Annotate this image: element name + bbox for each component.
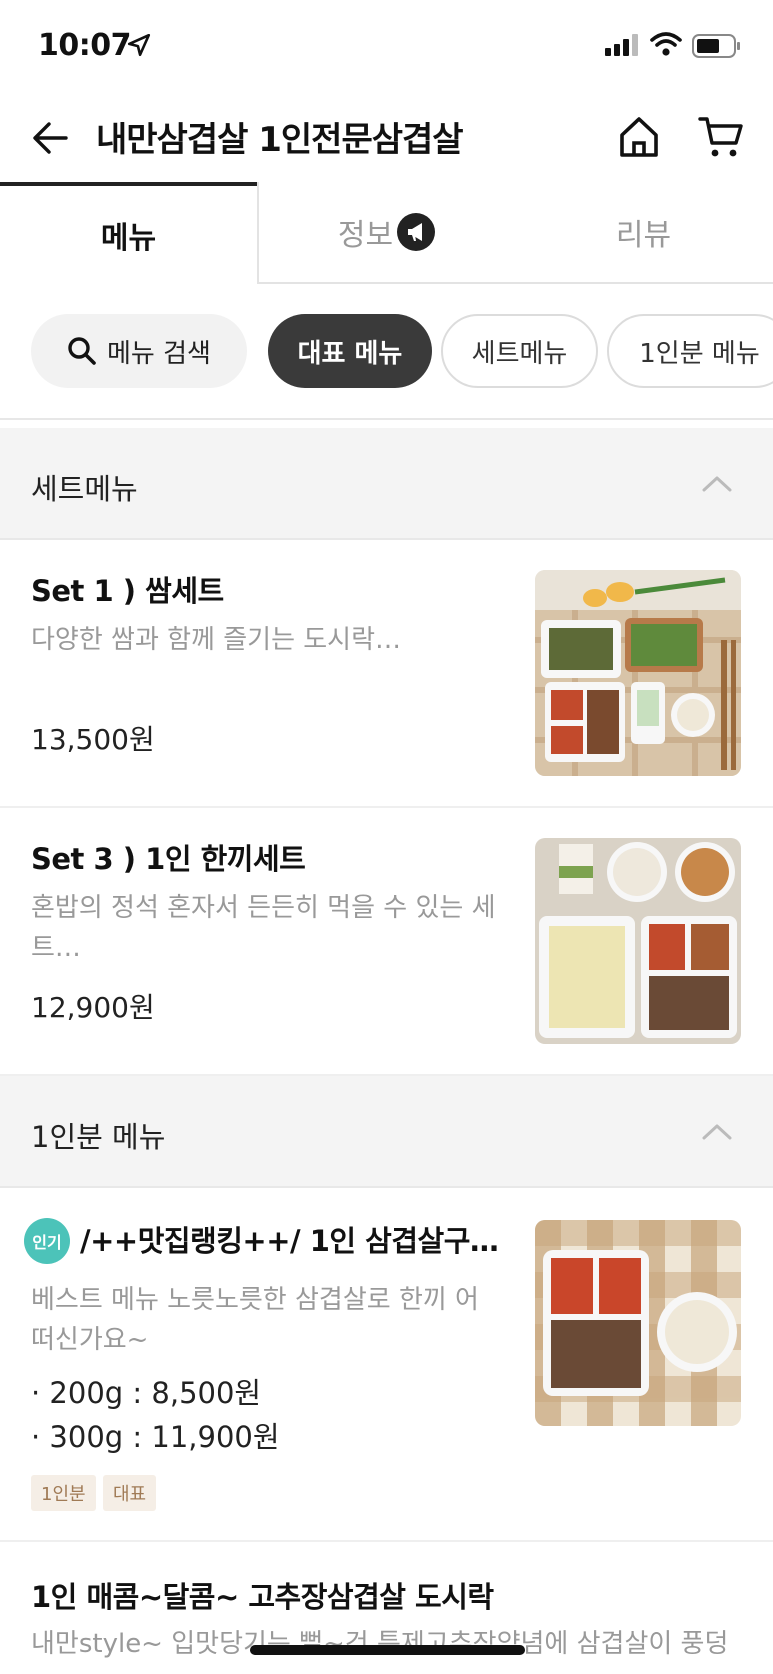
- item-option-price: · 300g : 11,900원: [31, 1420, 280, 1454]
- item-photo: [535, 1220, 741, 1426]
- item-price: 13,500원: [31, 723, 155, 756]
- divider: [0, 418, 773, 420]
- home-indicator: [250, 1645, 525, 1655]
- item-description: 베스트 메뉴 노릇노릇한 삼겹살로 한끼 어떠신가요~: [31, 1285, 479, 1355]
- popular-badge: 인기: [24, 1218, 70, 1264]
- chip-single-menu[interactable]: 1인분 메뉴: [607, 314, 773, 388]
- nav-bar: 내만삼겹살 1인전문삼겹살: [0, 95, 773, 185]
- item-description: 혼밥의 정석 혼자서 든든히 먹을 수 있는 세트…: [31, 893, 496, 963]
- status-bar: 10:07: [0, 0, 773, 95]
- cellular-signal-icon: [605, 34, 641, 60]
- cart-icon[interactable]: [698, 115, 744, 159]
- tab-menu[interactable]: 메뉴: [0, 182, 257, 284]
- section-header-set-menu[interactable]: 세트메뉴: [0, 428, 773, 540]
- back-arrow-icon[interactable]: [30, 117, 72, 159]
- section-title: 1인분 메뉴: [31, 1120, 166, 1154]
- item-price: 12,900원: [31, 991, 155, 1024]
- battery-icon: [692, 34, 742, 62]
- item-option-price: · 200g : 8,500원: [31, 1376, 262, 1410]
- chevron-up-icon[interactable]: [700, 472, 734, 498]
- tag-representative: 대표: [103, 1475, 157, 1511]
- menu-item[interactable]: Set 1 ) 쌈세트 다양한 쌈과 함께 즐기는 도시락… 13,500원: [0, 540, 773, 808]
- menu-item[interactable]: 인기 /++맛집랭킹++/ 1인 삼겹살구… 베스트 메뉴 노릇노릇한 삼겹살로…: [0, 1188, 773, 1542]
- category-chips: 메뉴 검색 대표 메뉴 세트메뉴 1인분 메뉴: [0, 314, 773, 392]
- chip-set-menu[interactable]: 세트메뉴: [441, 314, 598, 388]
- tab-label: 리뷰: [615, 218, 672, 253]
- section-header-single-menu[interactable]: 1인분 메뉴: [0, 1076, 773, 1188]
- megaphone-icon: [397, 213, 436, 251]
- section-title: 세트메뉴: [31, 472, 138, 506]
- item-photo: [535, 838, 741, 1044]
- item-photo: [535, 570, 741, 776]
- page-title: 내만삼겹살 1인전문삼겹살: [96, 120, 464, 160]
- item-description: 다양한 쌈과 함께 즐기는 도시락…: [31, 625, 402, 655]
- item-description: 내만style~ 입맛당기는 뻘~건 특제고추장양념에 삼겹살이 풍덩: [31, 1629, 729, 1659]
- wifi-icon: [650, 31, 682, 61]
- item-name: /++맛집랭킹++/ 1인 삼겹살구…: [80, 1224, 499, 1258]
- item-name: Set 3 ) 1인 한끼세트: [31, 842, 306, 876]
- tab-review[interactable]: 리뷰: [514, 182, 773, 284]
- menu-search-button[interactable]: 메뉴 검색: [31, 314, 247, 388]
- tab-label: 메뉴: [100, 221, 157, 256]
- item-name: Set 1 ) 쌈세트: [31, 574, 224, 608]
- tab-info[interactable]: 정보: [257, 182, 514, 284]
- tab-bar: 메뉴 정보 리뷰: [0, 182, 773, 284]
- menu-search-label: 메뉴 검색: [107, 338, 211, 369]
- home-icon[interactable]: [618, 115, 660, 159]
- chip-representative-menu[interactable]: 대표 메뉴: [268, 314, 432, 388]
- tab-label: 정보: [337, 218, 394, 253]
- location-arrow-icon: [126, 32, 152, 62]
- search-icon: [68, 337, 96, 365]
- status-time: 10:07: [38, 28, 132, 63]
- chevron-up-icon[interactable]: [700, 1120, 734, 1146]
- item-name: 1인 매콤~달콤~ 고추장삼겹살 도시락: [31, 1580, 494, 1614]
- menu-item[interactable]: Set 3 ) 1인 한끼세트 혼밥의 정석 혼자서 든든히 먹을 수 있는 세…: [0, 808, 773, 1076]
- tag-single-serving: 1인분: [31, 1475, 96, 1511]
